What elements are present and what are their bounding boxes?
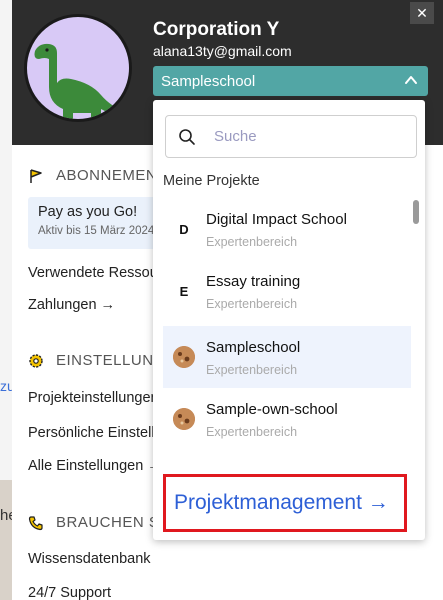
close-button[interactable]: ✕ — [410, 2, 434, 24]
school-selector-label: Sampleschool — [161, 72, 256, 90]
avatar[interactable] — [24, 14, 132, 122]
section-help: BRAUCHEN SIE HILFE? — [28, 514, 153, 531]
project-item-selected[interactable]: Sampleschool Expertenbereich — [163, 326, 411, 388]
gear-icon — [29, 353, 43, 368]
background-shade — [0, 480, 12, 600]
menu-item-payments[interactable]: Zahlungen → — [28, 297, 115, 313]
chevron-up-icon — [405, 76, 417, 84]
section-settings: EINSTELLUNGEN — [28, 352, 153, 369]
section-subscription: ABONNEMENT — [28, 167, 153, 184]
user-email: alana13ty@gmail.com — [153, 43, 292, 59]
project-initial-icon: E — [173, 280, 195, 302]
project-type: Expertenbereich — [206, 363, 298, 377]
section-settings-heading: EINSTELLUNGEN — [56, 352, 153, 369]
project-name: Sample-own-school — [206, 401, 338, 418]
plan-card: Pay as you Go! Aktiv bis 15 März 2024 — [28, 197, 153, 249]
phone-icon — [28, 515, 43, 530]
dinosaur-icon — [34, 43, 129, 119]
menu-item-all-settings[interactable]: Alle Einstellungen → — [28, 458, 153, 474]
search-field[interactable]: Suche — [165, 115, 417, 158]
company-name: Corporation Y — [153, 19, 280, 40]
search-icon — [179, 128, 195, 145]
project-type: Expertenbereich — [206, 297, 298, 311]
project-list-scrollbar[interactable] — [413, 200, 419, 224]
project-name: Sampleschool — [206, 339, 301, 356]
project-type: Expertenbereich — [206, 235, 298, 249]
menu-item-project-settings[interactable]: Projekteinstellungen — [28, 390, 153, 406]
close-icon: ✕ — [416, 4, 428, 21]
section-help-heading: BRAUCHEN SIE HILFE? — [56, 514, 153, 531]
search-input[interactable]: Suche — [214, 128, 257, 145]
project-name: Essay training — [206, 273, 301, 290]
project-list: D Digital Impact School Expertenbereich … — [163, 198, 411, 443]
section-subscription-heading: ABONNEMENT — [56, 167, 153, 184]
school-selector[interactable]: Sampleschool — [153, 66, 428, 96]
project-initial-icon: D — [173, 218, 195, 240]
account-panel: Corporation Y alana13ty@gmail.com ✕ Samp… — [12, 0, 443, 600]
project-management-link[interactable]: Projektmanagement → — [163, 474, 407, 532]
projects-heading: Meine Projekte — [163, 173, 260, 189]
project-item[interactable]: E Essay training Expertenbereich — [163, 260, 411, 322]
project-name: Digital Impact School — [206, 211, 347, 228]
plan-validity: Aktiv bis 15 März 2024 — [38, 225, 153, 237]
menu-item-personal-settings[interactable]: Persönliche Einstellungen — [28, 425, 153, 441]
menu-item-resources[interactable]: Verwendete Ressourcen — [28, 265, 153, 281]
cookie-icon — [173, 408, 195, 430]
side-menu: ABONNEMENT Pay as you Go! Aktiv bis 15 M… — [12, 145, 153, 600]
project-type: Expertenbereich — [206, 425, 298, 439]
flag-icon — [30, 168, 42, 183]
plan-title: Pay as you Go! — [38, 204, 138, 220]
project-dropdown: Suche Meine Projekte D Digital Impact Sc… — [153, 100, 425, 540]
menu-item-knowledge-base[interactable]: Wissensdatenbank — [28, 551, 151, 567]
project-item[interactable]: Sample-own-school Expertenbereich — [163, 388, 411, 443]
cookie-icon — [173, 346, 195, 368]
project-item[interactable]: D Digital Impact School Expertenbereich — [163, 198, 411, 260]
menu-item-support[interactable]: 24/7 Support — [28, 585, 111, 600]
